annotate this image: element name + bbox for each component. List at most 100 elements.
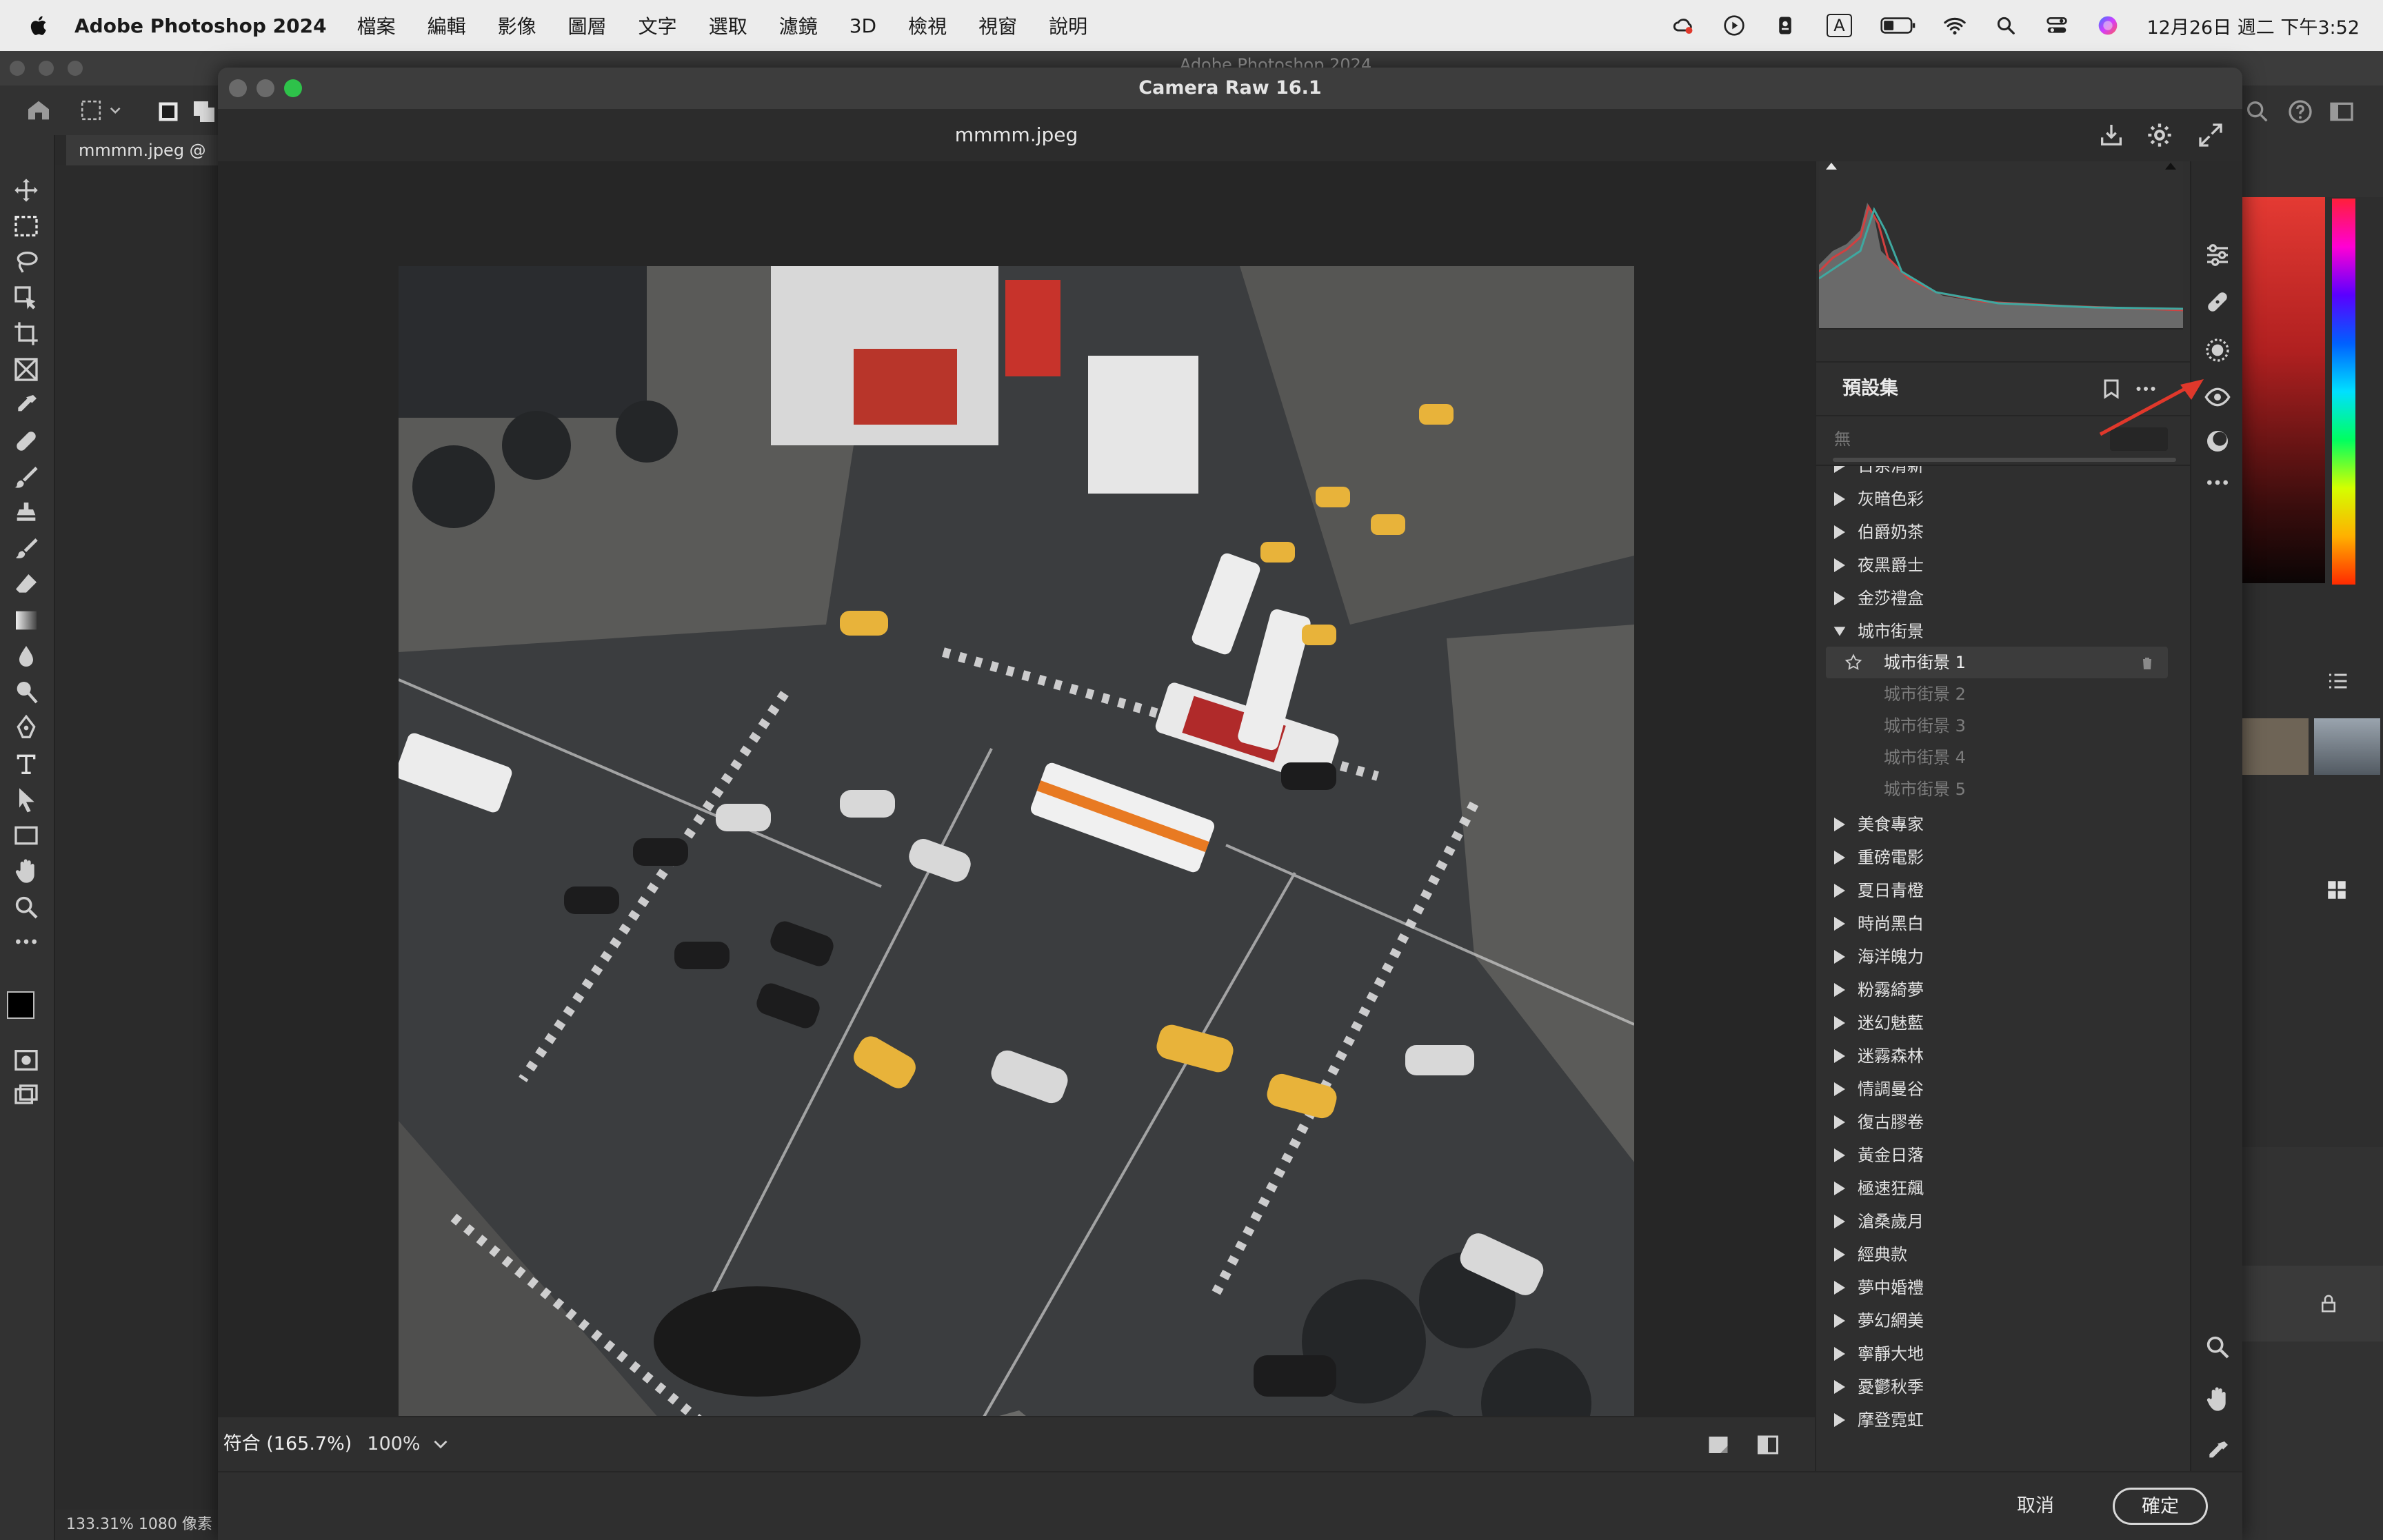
menu-window[interactable]: 視窗 [978, 12, 1017, 39]
expand-arrow-icon[interactable] [1833, 491, 1847, 507]
preset-group[interactable]: 憂鬱秋季 [1816, 1370, 2175, 1404]
preset-group[interactable]: 摩登霓虹 [1816, 1404, 2175, 1437]
preset-group[interactable]: 日系清新 [1816, 466, 2175, 483]
screen-mode-icon[interactable] [12, 1082, 40, 1110]
preset-item[interactable]: 城市街景 1 [1826, 647, 2168, 678]
ps-workspace-icon[interactable] [2328, 98, 2355, 125]
expand-arrow-icon[interactable] [1833, 1246, 1847, 1263]
expand-arrow-icon[interactable] [1833, 882, 1847, 899]
expand-arrow-icon[interactable] [1833, 1379, 1847, 1395]
menu-edit[interactable]: 編輯 [428, 12, 466, 39]
favorite-star-icon[interactable] [1844, 653, 1863, 672]
zoom-icon[interactable] [2204, 1333, 2231, 1361]
ps-minimize-light[interactable] [39, 61, 54, 76]
preset-group[interactable]: 時尚黑白 [1816, 907, 2175, 940]
fullscreen-icon[interactable] [2197, 121, 2224, 149]
save-image-icon[interactable] [2098, 121, 2125, 149]
brush-tool-icon[interactable] [12, 463, 40, 491]
expand-arrow-icon[interactable] [1833, 1114, 1847, 1131]
expand-arrow-icon[interactable] [1833, 849, 1847, 866]
lasso-tool-icon[interactable] [12, 248, 40, 276]
highlight-clipping-icon[interactable] [2165, 163, 2176, 170]
preset-group[interactable]: 伯爵奶茶 [1816, 516, 2175, 549]
new-selection-icon[interactable] [156, 99, 181, 124]
layer-lock-icon[interactable] [2318, 1293, 2339, 1314]
ps-help-icon[interactable] [2286, 98, 2314, 125]
expand-arrow-icon[interactable] [1833, 1015, 1847, 1031]
rectangular-marquee-icon[interactable] [12, 212, 40, 240]
shadow-clipping-icon[interactable] [1826, 163, 1837, 170]
control-center-icon[interactable] [2044, 13, 2069, 38]
ps-layer-row[interactable] [2242, 1266, 2383, 1341]
sampler-icon[interactable] [2204, 1438, 2231, 1466]
play-circle-icon[interactable] [1722, 13, 1747, 38]
menu-filter[interactable]: 濾鏡 [779, 12, 818, 39]
preset-group[interactable]: 黃金日落 [1816, 1139, 2175, 1172]
fit-zoom-button[interactable]: 符合 (165.7%) [218, 1417, 357, 1474]
eraser-tool-icon[interactable] [12, 571, 40, 598]
crop-tool-icon[interactable] [12, 320, 40, 347]
preset-group[interactable]: 情調曼谷 [1816, 1073, 2175, 1106]
expand-arrow-icon[interactable] [1833, 1213, 1847, 1230]
presets-icon[interactable] [2204, 427, 2231, 455]
expand-arrow-icon[interactable] [1833, 1279, 1847, 1296]
preset-item[interactable]: 城市街景 3 [1826, 710, 2168, 742]
input-method-icon[interactable]: A [1824, 13, 1854, 38]
add-selection-icon[interactable] [192, 99, 217, 124]
expand-arrow-icon[interactable] [1833, 982, 1847, 998]
preset-amount-slider[interactable] [1833, 458, 2176, 462]
expand-arrow-icon[interactable] [1833, 949, 1847, 965]
expand-arrow-icon[interactable] [1833, 1147, 1847, 1164]
app-name-menu[interactable]: Adobe Photoshop 2024 [74, 14, 327, 37]
menu-3d[interactable]: 3D [849, 14, 876, 37]
eyedropper-tool-icon[interactable] [12, 392, 40, 419]
single-view-icon[interactable] [1706, 1432, 1731, 1457]
quick-mask-icon[interactable] [12, 1046, 40, 1074]
rectangle-tool-icon[interactable] [12, 822, 40, 849]
pen-tool-icon[interactable] [12, 714, 40, 742]
more-tools-icon[interactable] [2204, 469, 2231, 496]
menu-view[interactable]: 檢視 [908, 12, 947, 39]
edit-sliders-icon[interactable] [2204, 241, 2231, 269]
apple-logo-icon[interactable] [28, 14, 51, 37]
hand-icon[interactable] [2204, 1386, 2231, 1413]
preset-group[interactable]: 海洋魄力 [1816, 940, 2175, 973]
preset-group[interactable]: 寧靜大地 [1816, 1337, 2175, 1370]
preset-group[interactable]: 重磅電影 [1816, 841, 2175, 874]
preset-group[interactable]: 金莎禮盒 [1816, 582, 2175, 615]
settings-gear-icon[interactable] [2146, 121, 2173, 149]
hand-tool-icon[interactable] [12, 858, 40, 885]
expand-arrow-icon[interactable] [1833, 1412, 1847, 1428]
menubar-clock[interactable]: 12月26日 週二 下午3:52 [2146, 12, 2360, 39]
preset-group[interactable]: 夏日青橙 [1816, 874, 2175, 907]
home-icon[interactable] [25, 97, 52, 124]
image-canvas[interactable] [218, 161, 1815, 1500]
healing-brush-icon[interactable] [12, 427, 40, 455]
move-tool-icon[interactable] [12, 176, 40, 204]
preset-group[interactable]: 灰暗色彩 [1816, 483, 2175, 516]
preset-group[interactable]: 美食專家 [1816, 808, 2175, 841]
expand-arrow-icon[interactable] [1833, 524, 1847, 540]
gradient-tool-icon[interactable] [12, 607, 40, 634]
wifi-icon[interactable] [1942, 13, 1967, 38]
red-eye-icon[interactable] [2204, 383, 2231, 411]
preset-group[interactable]: 滄桑歲月 [1816, 1205, 2175, 1238]
expand-arrow-icon[interactable] [1833, 1180, 1847, 1197]
contact-card-icon[interactable] [1773, 13, 1798, 38]
preset-group[interactable]: 經典款 [1816, 1238, 2175, 1271]
preset-group[interactable]: 夢幻網美 [1816, 1304, 2175, 1337]
menu-layer[interactable]: 圖層 [568, 12, 607, 39]
hue-slider[interactable] [2332, 199, 2355, 585]
preset-item[interactable]: 城市街景 4 [1826, 742, 2168, 773]
expand-arrow-icon[interactable] [1833, 590, 1847, 607]
chevron-down-icon[interactable] [429, 1431, 452, 1457]
expand-arrow-icon[interactable] [1833, 816, 1847, 833]
healing-bandage-icon[interactable] [2204, 288, 2231, 316]
ps-document-tab[interactable]: mmmm.jpeg @ [66, 135, 219, 165]
type-tool-icon[interactable] [12, 750, 40, 778]
masking-icon[interactable] [2204, 336, 2231, 364]
zoom-100-button[interactable]: 100% [363, 1417, 425, 1471]
battery-icon[interactable] [1880, 13, 1916, 38]
grid-view-icon[interactable] [2325, 878, 2349, 902]
zoom-tool-icon[interactable] [12, 893, 40, 921]
